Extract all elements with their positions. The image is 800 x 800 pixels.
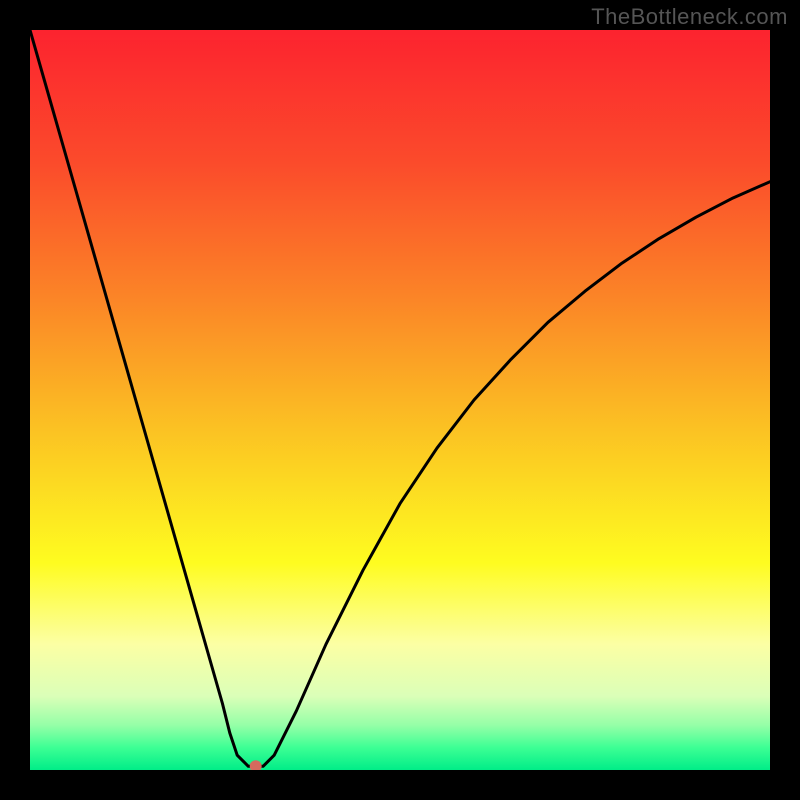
bottleneck-chart [30, 30, 770, 770]
gradient-background [30, 30, 770, 770]
watermark-text: TheBottleneck.com [591, 4, 788, 30]
chart-frame: TheBottleneck.com [0, 0, 800, 800]
plot-area [30, 30, 770, 770]
